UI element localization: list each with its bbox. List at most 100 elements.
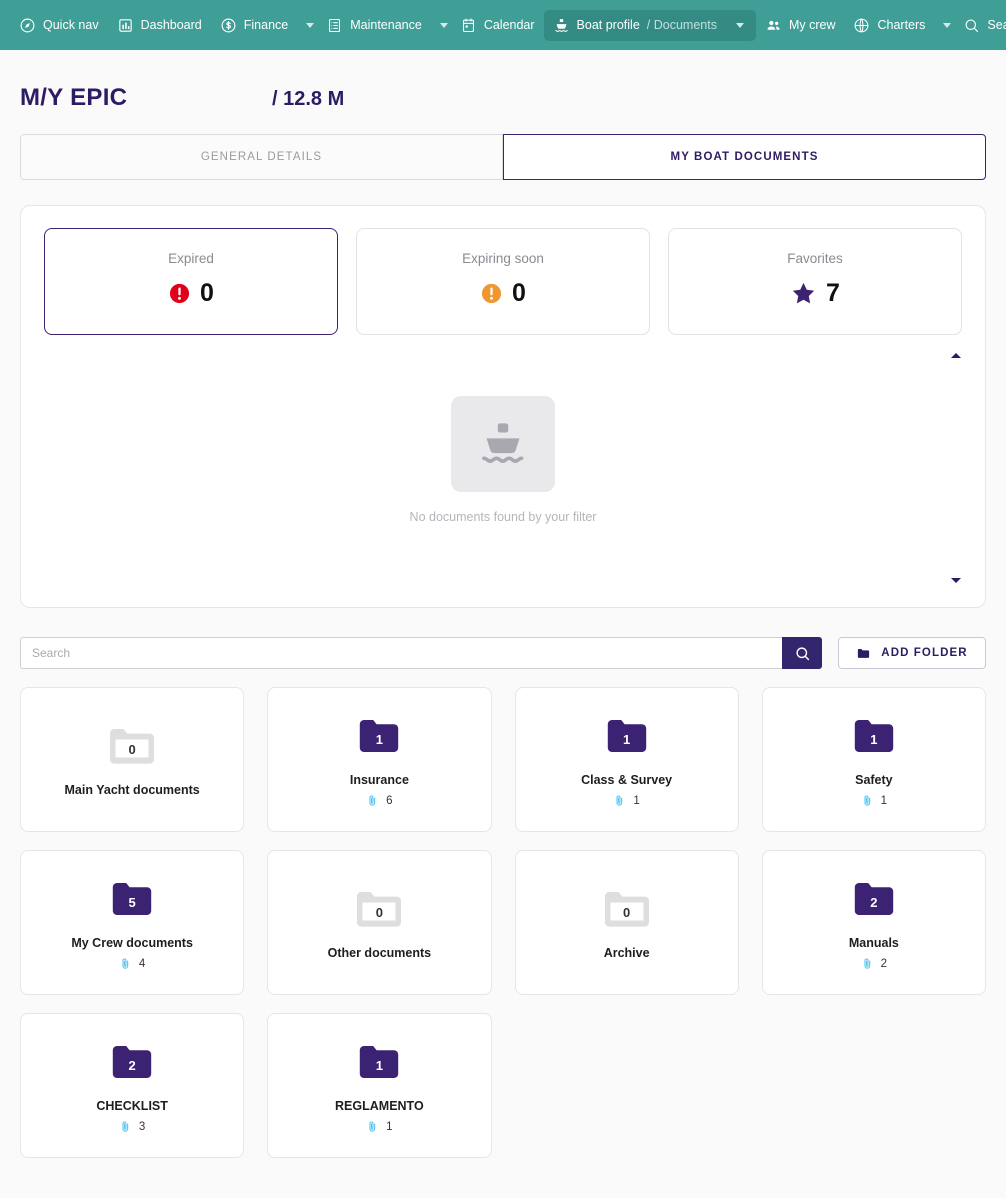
stat-value-expired: 0 xyxy=(200,279,214,307)
nav-item-maintenance[interactable]: Maintenance xyxy=(317,10,431,41)
folder-card[interactable]: 1 Insurance 6 xyxy=(267,687,492,832)
nav-label-maintenance: Maintenance xyxy=(350,17,422,32)
chevron-down-icon-finance[interactable] xyxy=(306,22,315,28)
paperclip-icon xyxy=(369,795,376,806)
nav-item-quick-nav[interactable]: Quick nav xyxy=(10,10,108,41)
empty-state-text: No documents found by your filter xyxy=(409,510,597,524)
search-field-wrap xyxy=(20,637,822,669)
folder-count: 2 xyxy=(128,1058,136,1073)
folder-name: Main Yacht documents xyxy=(64,783,200,797)
folder-filled-icon: 2 xyxy=(846,875,902,923)
folder-name: My Crew documents xyxy=(71,936,193,950)
stat-label-expiring-soon: Expiring soon xyxy=(462,251,544,266)
folder-outline-icon: 0 xyxy=(104,722,160,770)
folder-card[interactable]: 0 Archive xyxy=(514,850,739,995)
exclamation-orange-icon xyxy=(481,283,502,304)
nav-label-quick-nav: Quick nav xyxy=(43,17,99,32)
page-body: M/Y EPIC / 12.8 M GENERAL DETAILS MY BOA… xyxy=(0,50,1006,1180)
calendar-icon xyxy=(460,17,477,34)
nav-item-my-crew[interactable]: My crew xyxy=(756,10,845,41)
nav-item-charters[interactable]: Charters xyxy=(844,10,934,41)
nav-item-boat-profile[interactable]: Boat profile / Documents xyxy=(543,9,756,41)
paperclip-icon xyxy=(616,795,623,806)
stat-card-favorites[interactable]: Favorites 7 xyxy=(668,228,962,335)
boat-icon xyxy=(553,17,570,34)
stats-row: Expired 0 Expiring soon 0 Favorites 7 xyxy=(44,228,962,335)
boat-placeholder-icon xyxy=(451,396,555,492)
tab-my-boat-documents[interactable]: MY BOAT DOCUMENTS xyxy=(503,134,986,180)
nav-label-my-crew: My crew xyxy=(788,17,836,32)
folder-outline-icon: 0 xyxy=(351,885,407,933)
scroll-up-button[interactable] xyxy=(949,350,963,360)
people-icon xyxy=(765,17,782,34)
tab-general-details[interactable]: GENERAL DETAILS xyxy=(20,134,503,180)
folder-card[interactable]: 2 CHECKLIST 3 xyxy=(20,1013,245,1158)
paperclip-icon xyxy=(122,1121,129,1132)
add-folder-label: ADD FOLDER xyxy=(881,647,968,659)
stat-card-expired[interactable]: Expired 0 xyxy=(44,228,338,335)
stat-value-favorites-wrap: 7 xyxy=(669,279,961,308)
folder-grid: 0 Main Yacht documents 1 Insurance 6 1 C… xyxy=(20,687,986,1180)
attachment-count: 2 xyxy=(880,957,888,970)
paperclip-icon xyxy=(864,958,870,969)
nav-label-charters: Charters xyxy=(877,17,926,32)
attachment-count: 1 xyxy=(880,794,888,807)
search-input[interactable] xyxy=(20,637,782,669)
attachment-count-row: 1 xyxy=(861,794,887,807)
folder-card[interactable]: 2 Manuals 2 xyxy=(761,850,986,995)
folder-outline-icon: 0 xyxy=(599,885,655,933)
folder-count: 0 xyxy=(623,905,631,920)
folder-name: Safety xyxy=(855,773,893,787)
nav-item-dashboard[interactable]: Dashboard xyxy=(108,10,211,41)
nav-label-calendar: Calendar xyxy=(483,17,535,32)
attachment-count-row: 2 xyxy=(861,957,887,970)
stat-value-expiring-soon-wrap: 0 xyxy=(357,279,649,308)
boat-size: / 12.8 M xyxy=(272,88,345,110)
nav-item-search[interactable]: Search xyxy=(954,10,1006,41)
search-row: ADD FOLDER xyxy=(20,637,986,669)
folder-name: CHECKLIST xyxy=(96,1099,168,1113)
list-icon xyxy=(326,17,343,34)
folder-card[interactable]: 1 Safety 1 xyxy=(761,687,986,832)
add-folder-button[interactable]: ADD FOLDER xyxy=(838,637,986,669)
chevron-down-icon-boat-profile[interactable] xyxy=(735,22,744,28)
documents-panel: Expired 0 Expiring soon 0 Favorites 7 No… xyxy=(20,205,986,608)
folder-filled-icon: 1 xyxy=(846,712,902,760)
stat-value-expired-wrap: 0 xyxy=(45,279,337,308)
folder-filled-icon: 1 xyxy=(351,1038,407,1086)
compass-icon xyxy=(19,17,36,34)
stat-value-expiring-soon: 0 xyxy=(512,279,526,307)
scroll-down-button[interactable] xyxy=(949,575,963,585)
chart-bar-icon xyxy=(117,17,134,34)
chevron-up-icon xyxy=(951,352,961,358)
folder-card[interactable]: 1 REGLAMENTO 1 xyxy=(267,1013,492,1158)
folder-count: 1 xyxy=(375,1058,383,1073)
top-navigation: Quick nav Dashboard Finance Maintenance … xyxy=(0,0,1006,50)
nav-item-calendar[interactable]: Calendar xyxy=(451,10,544,41)
folder-filled-icon: 1 xyxy=(351,712,407,760)
nav-item-finance[interactable]: Finance xyxy=(211,10,297,41)
folder-count: 1 xyxy=(623,732,631,747)
nav-label-search: Search xyxy=(987,17,1006,32)
folder-name: Insurance xyxy=(349,773,409,787)
folder-count: 0 xyxy=(128,742,136,757)
attachment-count: 1 xyxy=(633,794,640,807)
folder-card[interactable]: 5 My Crew documents 4 xyxy=(20,850,245,995)
attachment-count: 3 xyxy=(138,1120,146,1133)
stat-label-favorites: Favorites xyxy=(787,251,843,266)
search-icon xyxy=(795,646,809,660)
page-title: M/Y EPIC xyxy=(20,84,128,111)
folder-card[interactable]: 0 Other documents xyxy=(267,850,492,995)
folder-card[interactable]: 0 Main Yacht documents xyxy=(20,687,245,832)
folder-count: 0 xyxy=(375,905,383,920)
folder-name: REGLAMENTO xyxy=(335,1099,424,1113)
chevron-down-icon-maintenance[interactable] xyxy=(439,22,448,28)
folder-filled-icon: 5 xyxy=(104,875,160,923)
stat-card-expiring-soon[interactable]: Expiring soon 0 xyxy=(356,228,650,335)
attachment-count: 1 xyxy=(386,1120,393,1133)
folder-count: 2 xyxy=(870,895,878,910)
search-button[interactable] xyxy=(782,637,822,669)
folder-card[interactable]: 1 Class & Survey 1 xyxy=(514,687,739,832)
folder-icon xyxy=(858,648,870,658)
chevron-down-icon-charters[interactable] xyxy=(943,22,952,28)
